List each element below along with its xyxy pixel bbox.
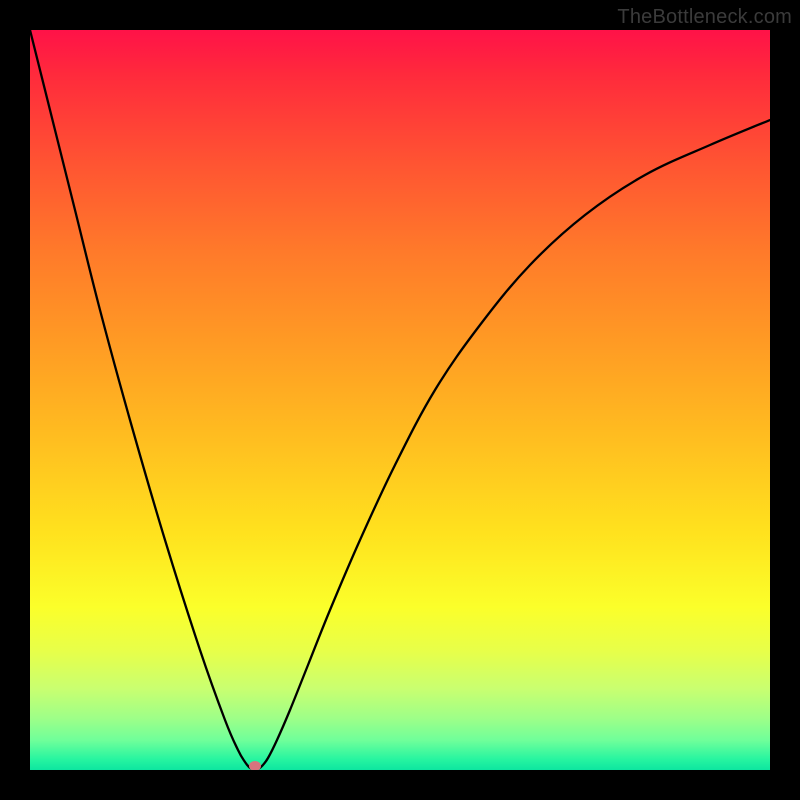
- chart-frame: TheBottleneck.com: [0, 0, 800, 800]
- minimum-marker: [249, 761, 261, 770]
- curve-svg: [30, 30, 770, 770]
- attribution-label: TheBottleneck.com: [617, 6, 792, 29]
- plot-area: [30, 30, 770, 770]
- bottleneck-curve: [30, 30, 770, 770]
